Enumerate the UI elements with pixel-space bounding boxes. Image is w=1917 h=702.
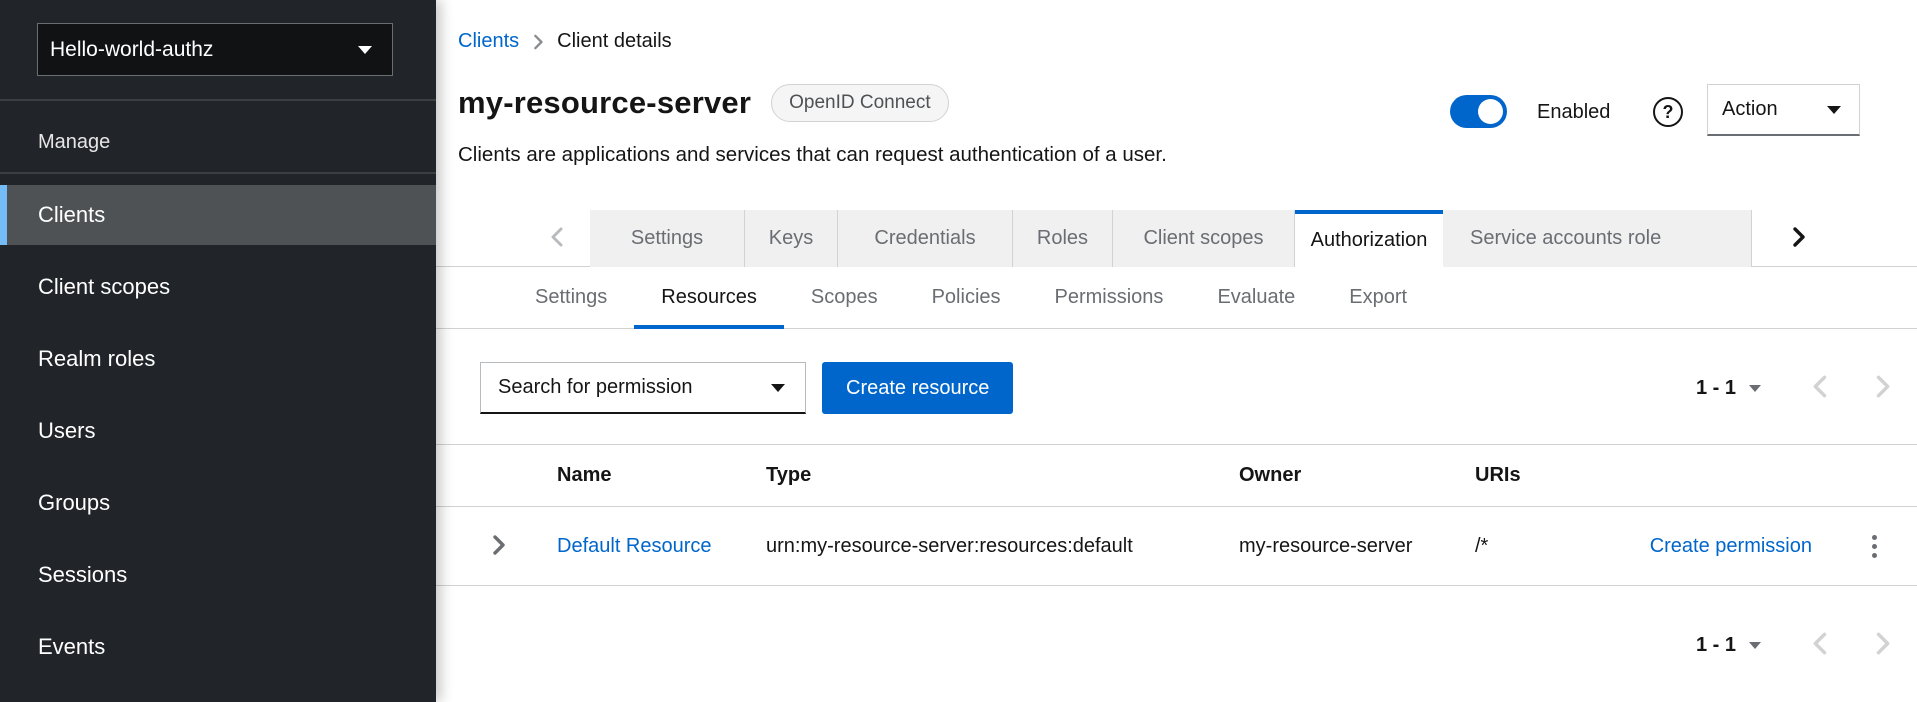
column-header-name: Name — [536, 464, 745, 487]
angle-left-icon — [1813, 632, 1828, 658]
client-detail-tabs: Settings Keys Credentials Roles Client s… — [436, 210, 1917, 267]
sidebar: Hello-world-authz Manage Clients Client … — [0, 0, 436, 702]
subtab-scopes[interactable]: Scopes — [784, 267, 905, 328]
authorization-subtabs: Settings Resources Scopes Policies Permi… — [436, 267, 1917, 329]
enabled-label: Enabled — [1537, 101, 1610, 124]
sidebar-nav: Clients Client scopes Realm roles Users … — [0, 174, 436, 677]
table-header-row: Name Type Owner URIs — [436, 444, 1917, 507]
breadcrumb-clients-link[interactable]: Clients — [458, 30, 519, 53]
main-content: Clients Client details my-resource-serve… — [436, 0, 1917, 702]
sidebar-item-users[interactable]: Users — [0, 401, 436, 461]
resources-toolbar: Search for permission Create resource 1 … — [480, 362, 1890, 414]
pagination-range: 1 - 1 — [1696, 634, 1736, 657]
tabs-scroll-left-button[interactable] — [436, 210, 590, 267]
create-resource-button[interactable]: Create resource — [822, 362, 1013, 414]
pagination-prev-button[interactable] — [1813, 375, 1828, 401]
column-header-type: Type — [745, 464, 1218, 487]
resource-owner: my-resource-server — [1218, 535, 1454, 558]
pagination-bottom: 1 - 1 — [1696, 622, 1890, 668]
realm-selector-label: Hello-world-authz — [50, 38, 213, 62]
tab-keys[interactable]: Keys — [745, 210, 838, 267]
pagination-range: 1 - 1 — [1696, 377, 1736, 400]
tabs-scroll-right-button[interactable] — [1752, 210, 1917, 267]
pagination-menu-toggle[interactable]: 1 - 1 — [1696, 377, 1761, 400]
angle-left-icon — [551, 227, 564, 250]
caret-down-icon — [1749, 642, 1761, 649]
angle-right-icon — [492, 535, 505, 558]
angle-left-icon — [1813, 375, 1828, 401]
tab-authorization[interactable]: Authorization — [1295, 210, 1443, 267]
help-icon[interactable]: ? — [1653, 97, 1683, 127]
search-filter-label: Search for permission — [498, 376, 693, 399]
angle-right-icon — [533, 34, 543, 50]
enabled-toggle[interactable] — [1450, 95, 1507, 128]
protocol-badge: OpenID Connect — [771, 84, 949, 122]
angle-right-icon — [1875, 375, 1890, 401]
page-title: my-resource-server — [458, 85, 751, 121]
row-expand-button[interactable] — [492, 535, 505, 558]
toggle-knob — [1478, 99, 1503, 124]
caret-down-icon — [1749, 385, 1761, 392]
app-window: Hello-world-authz Manage Clients Client … — [0, 0, 1917, 702]
pagination-next-button[interactable] — [1875, 375, 1890, 401]
sidebar-item-label: Events — [38, 634, 105, 660]
sidebar-item-label: Realm roles — [38, 346, 155, 372]
realm-selector[interactable]: Hello-world-authz — [37, 23, 393, 76]
angle-right-icon — [1792, 227, 1805, 250]
subtab-resources[interactable]: Resources — [634, 267, 784, 328]
resources-table: Name Type Owner URIs Default Resource — [436, 444, 1917, 586]
page-header: my-resource-server OpenID Connect — [458, 84, 949, 122]
resource-name-link[interactable]: Default Resource — [557, 535, 712, 557]
column-header-owner: Owner — [1218, 464, 1454, 487]
tab-service-accounts-roles[interactable]: Service accounts role — [1443, 210, 1752, 267]
breadcrumb-current: Client details — [557, 30, 672, 53]
action-dropdown-label: Action — [1722, 98, 1778, 121]
pagination-next-button[interactable] — [1875, 632, 1890, 658]
subtab-evaluate[interactable]: Evaluate — [1190, 267, 1322, 328]
row-kebab-menu-button[interactable] — [1866, 529, 1883, 564]
pagination-menu-toggle[interactable]: 1 - 1 — [1696, 634, 1761, 657]
table-row: Default Resource urn:my-resource-server:… — [436, 507, 1917, 586]
caret-down-icon — [1827, 106, 1841, 114]
pagination-prev-button[interactable] — [1813, 632, 1828, 658]
resource-type: urn:my-resource-server:resources:default — [745, 535, 1218, 558]
tab-settings[interactable]: Settings — [590, 210, 745, 267]
sidebar-item-groups[interactable]: Groups — [0, 473, 436, 533]
sidebar-item-label: Clients — [38, 202, 105, 228]
sidebar-item-events[interactable]: Events — [0, 617, 436, 677]
nav-section-title: Manage — [0, 101, 436, 172]
sidebar-item-label: Users — [38, 418, 95, 444]
subtab-permissions[interactable]: Permissions — [1028, 267, 1191, 328]
tab-roles[interactable]: Roles — [1013, 210, 1113, 267]
tab-client-scopes[interactable]: Client scopes — [1113, 210, 1295, 267]
create-permission-link[interactable]: Create permission — [1650, 535, 1812, 557]
page-description: Clients are applications and services th… — [458, 143, 1167, 167]
sidebar-item-label: Client scopes — [38, 274, 170, 300]
tab-credentials[interactable]: Credentials — [838, 210, 1013, 267]
sidebar-item-realm-roles[interactable]: Realm roles — [0, 329, 436, 389]
breadcrumb: Clients Client details — [458, 30, 672, 53]
sidebar-item-label: Groups — [38, 490, 110, 516]
sidebar-item-client-scopes[interactable]: Client scopes — [0, 257, 436, 317]
subtab-settings[interactable]: Settings — [508, 267, 634, 328]
subtab-policies[interactable]: Policies — [905, 267, 1028, 328]
action-dropdown[interactable]: Action — [1707, 84, 1860, 136]
pagination-top: 1 - 1 — [1696, 375, 1890, 401]
column-header-uris: URIs — [1454, 464, 1596, 487]
search-filter-dropdown[interactable]: Search for permission — [480, 362, 806, 414]
resource-uris: /* — [1454, 535, 1596, 558]
caret-down-icon — [771, 384, 785, 392]
subtab-export[interactable]: Export — [1322, 267, 1434, 328]
angle-right-icon — [1875, 632, 1890, 658]
caret-down-icon — [358, 46, 372, 54]
sidebar-item-sessions[interactable]: Sessions — [0, 545, 436, 605]
sidebar-item-label: Sessions — [38, 562, 127, 588]
sidebar-item-clients[interactable]: Clients — [0, 185, 436, 245]
